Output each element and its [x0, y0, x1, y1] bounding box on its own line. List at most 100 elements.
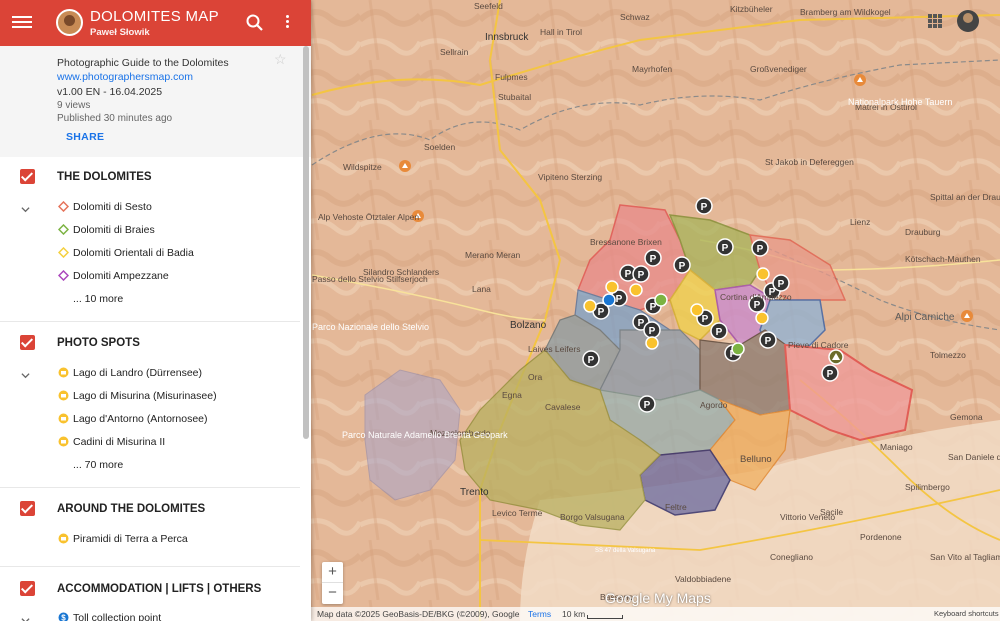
- list-item[interactable]: Lago di Misurina (Misurinasee): [58, 390, 217, 402]
- map-label: Laives Leifers: [528, 344, 580, 354]
- map-label: Lienz: [850, 217, 870, 227]
- svg-text:P: P: [722, 243, 729, 254]
- parking-marker: P: [582, 350, 600, 368]
- list-item[interactable]: Dolomiti di Braies: [58, 224, 155, 236]
- website-link[interactable]: www.photographersmap.com: [57, 71, 193, 83]
- map-label: Belluno: [740, 454, 772, 465]
- parking-marker: P: [673, 256, 691, 274]
- keyboard-shortcuts-link[interactable]: Keyboard shortcuts: [934, 609, 999, 618]
- layer-checkbox[interactable]: [20, 169, 35, 184]
- star-icon[interactable]: ☆: [274, 51, 287, 68]
- chevron-down-icon[interactable]: [21, 371, 30, 380]
- account-avatar[interactable]: [957, 10, 979, 32]
- map-label: Kötschach-Mauthen: [905, 254, 981, 264]
- published-time: Published 30 minutes ago: [57, 113, 173, 124]
- map-label: Fulpmes: [495, 72, 528, 82]
- map-label: Trento: [460, 487, 489, 498]
- map-label: Wildspitze: [343, 162, 382, 172]
- map-label: Agordo: [700, 400, 728, 410]
- scale-label: 10 km: [562, 609, 586, 619]
- list-item[interactable]: Lago d'Antorno (Antornosee): [58, 413, 208, 425]
- list-item[interactable]: Dolomiti Orientali di Badia: [58, 247, 194, 259]
- map-label: Bramberg am Wildkogel: [800, 7, 891, 17]
- map-label: Alp Vehoste Ötztaler Alpen: [318, 212, 419, 222]
- map-label: San Daniele del Friuli: [948, 452, 1000, 462]
- map-label: Schwaz: [620, 12, 650, 22]
- map-label: Seefeld: [474, 1, 503, 11]
- map-label: Cavalese: [545, 402, 581, 412]
- parking-marker: P: [751, 239, 769, 257]
- camera-marker-icon: [58, 533, 69, 544]
- chevron-down-icon[interactable]: [21, 205, 30, 214]
- map-label: Kitzbüheler: [730, 4, 773, 14]
- list-item[interactable]: $ Toll collection point: [58, 612, 161, 621]
- photo-spot-marker: [605, 280, 619, 294]
- zoom-in-button[interactable]: +: [322, 562, 343, 583]
- parking-marker: P: [643, 321, 661, 339]
- map-label: Conegliano: [770, 552, 813, 562]
- divider: [0, 487, 300, 488]
- terms-link[interactable]: Terms: [528, 609, 551, 619]
- list-item[interactable]: Piramidi di Terra a Perca: [58, 533, 188, 545]
- map-label: Vittorio Veneto: [780, 512, 835, 522]
- summit-marker: [961, 310, 973, 322]
- show-more-link[interactable]: ... 70 more: [73, 459, 123, 471]
- panel-scrollbar[interactable]: [303, 46, 309, 439]
- layer-name: ACCOMMODATION | LIFTS | OTHERS: [57, 583, 262, 595]
- map-owner-avatar: [56, 9, 83, 36]
- layer-checkbox[interactable]: [20, 581, 35, 596]
- map-label: Egna: [502, 390, 522, 400]
- share-button[interactable]: SHARE: [66, 131, 104, 143]
- map-label: Sellrain: [440, 47, 469, 57]
- map-label: Parco Naturale Adamello Brenta Geopark: [342, 430, 508, 440]
- parking-marker: P: [710, 322, 728, 340]
- svg-text:P: P: [757, 244, 764, 255]
- svg-text:P: P: [616, 294, 623, 305]
- more-options-icon[interactable]: [280, 13, 294, 33]
- layer-name: AROUND THE DOLOMITES: [57, 503, 206, 515]
- polygon-icon: [58, 270, 69, 281]
- svg-text:P: P: [650, 254, 657, 265]
- parking-marker: P: [821, 364, 839, 382]
- map-label: Stubaital: [498, 92, 531, 102]
- campsite-marker: [828, 349, 844, 365]
- svg-text:P: P: [701, 202, 708, 213]
- svg-text:P: P: [778, 279, 785, 290]
- list-item[interactable]: Dolomiti Ampezzane: [58, 270, 169, 282]
- zoom-out-button[interactable]: −: [322, 583, 343, 604]
- svg-text:P: P: [644, 400, 651, 411]
- layer-name: THE DOLOMITES: [57, 171, 152, 183]
- map-label: Spittal an der Drau: [930, 192, 1000, 202]
- camera-marker-icon: [58, 390, 69, 401]
- menu-icon[interactable]: [12, 13, 32, 33]
- photo-spot-marker: [629, 283, 643, 297]
- map-label: Drauburg: [905, 227, 941, 237]
- layer-checkbox[interactable]: [20, 335, 35, 350]
- camera-marker-icon: [58, 367, 69, 378]
- svg-text:P: P: [649, 326, 656, 337]
- search-icon[interactable]: [245, 13, 265, 33]
- map-data-attribution: Map data ©2025 GeoBasis-DE/BKG (©2009), …: [317, 609, 520, 619]
- map-label: Gemona: [950, 412, 983, 422]
- svg-text:P: P: [679, 261, 686, 272]
- show-more-link[interactable]: ... 10 more: [73, 293, 123, 305]
- map-label: Pordenone: [860, 532, 902, 542]
- blue-marker: [602, 293, 616, 307]
- scale-bar: [587, 615, 623, 619]
- map-label: Nationalpark Hohe Tauern: [848, 97, 952, 107]
- map-label: Pieve di Cadore: [788, 340, 849, 350]
- map-label: Bolzano: [510, 320, 547, 331]
- layer-checkbox[interactable]: [20, 501, 35, 516]
- list-item[interactable]: Cadini di Misurina II: [58, 436, 165, 448]
- photo-spot-marker: [755, 311, 769, 325]
- photo-spot-marker: [756, 267, 770, 281]
- chevron-down-icon[interactable]: [21, 616, 30, 621]
- list-item[interactable]: Dolomiti di Sesto: [58, 201, 152, 213]
- side-panel: DOLOMITES MAP Paweł Słowik Photographic …: [0, 0, 311, 621]
- map-label: Großvenediger: [750, 64, 807, 74]
- view-count: 9 views: [57, 100, 91, 111]
- list-item[interactable]: Lago di Landro (Dürrensee): [58, 367, 202, 379]
- map-label: Cortina d'Ampezzo: [720, 292, 792, 302]
- svg-text:P: P: [588, 355, 595, 366]
- apps-grid-icon[interactable]: [928, 14, 942, 28]
